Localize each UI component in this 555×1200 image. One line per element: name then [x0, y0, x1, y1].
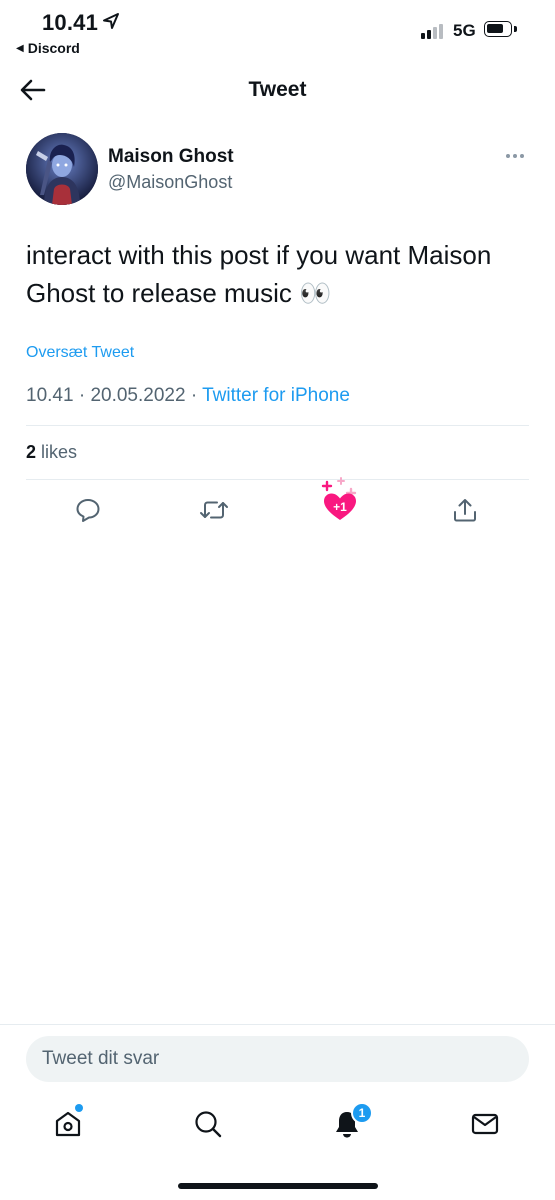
meta-separator: ·: [78, 385, 86, 406]
divider: [26, 425, 529, 426]
back-app-label: Discord: [27, 40, 80, 56]
likes-summary[interactable]: 2 likes: [26, 442, 77, 463]
author-name[interactable]: Maison Ghost: [108, 146, 234, 168]
like-button[interactable]: +1: [318, 477, 362, 523]
author-handle[interactable]: @MaisonGhost: [108, 172, 232, 193]
translate-tweet-link[interactable]: Oversæt Tweet: [26, 344, 134, 362]
meta-separator: ·: [190, 385, 198, 406]
back-button[interactable]: [18, 76, 48, 104]
tweet-text: interact with this post if you want Mais…: [26, 240, 492, 308]
home-icon: [55, 1111, 81, 1137]
share-button[interactable]: [448, 493, 482, 527]
network-label: 5G: [453, 21, 476, 40]
reply-button[interactable]: [71, 493, 105, 527]
likes-label: likes: [41, 442, 78, 462]
tweet-date: 20.05.2022: [90, 385, 186, 406]
tab-messages[interactable]: [467, 1106, 503, 1142]
signal-icon: [421, 24, 443, 39]
home-indicator: [178, 1183, 378, 1189]
reply-input[interactable]: [26, 1036, 529, 1082]
tweet-meta: 10.41 · 20.05.2022 · Twitter for iPhone: [26, 385, 350, 407]
battery-tip: [514, 26, 517, 32]
like-badge: +1: [333, 500, 347, 514]
likes-count: 2: [26, 442, 37, 462]
divider: [26, 479, 529, 480]
avatar-image: [26, 133, 98, 205]
back-arrow-icon: [20, 79, 46, 101]
share-icon: [454, 499, 476, 522]
more-options-button[interactable]: [506, 146, 528, 166]
back-triangle-icon: ◀: [16, 42, 24, 54]
retweet-button[interactable]: [197, 493, 231, 527]
location-arrow-icon: [103, 13, 119, 29]
notifications-badge: 1: [351, 1102, 373, 1124]
tweet-time: 10.41: [26, 385, 74, 406]
search-icon: [195, 1111, 222, 1138]
tab-search[interactable]: [190, 1106, 226, 1142]
tweet-client-link[interactable]: Twitter for iPhone: [202, 385, 350, 406]
battery-icon: [484, 21, 512, 37]
reply-divider: [0, 1024, 555, 1025]
status-time: 10.41: [42, 10, 99, 35]
mail-icon: [471, 1113, 499, 1135]
more-icon: [506, 154, 510, 158]
retweet-icon: [200, 501, 228, 519]
page-title: Tweet: [248, 78, 307, 101]
reply-icon: [76, 499, 100, 522]
avatar[interactable]: [26, 133, 98, 205]
back-to-app-link[interactable]: ◀ Discord: [16, 40, 80, 56]
home-unread-dot: [75, 1104, 83, 1112]
